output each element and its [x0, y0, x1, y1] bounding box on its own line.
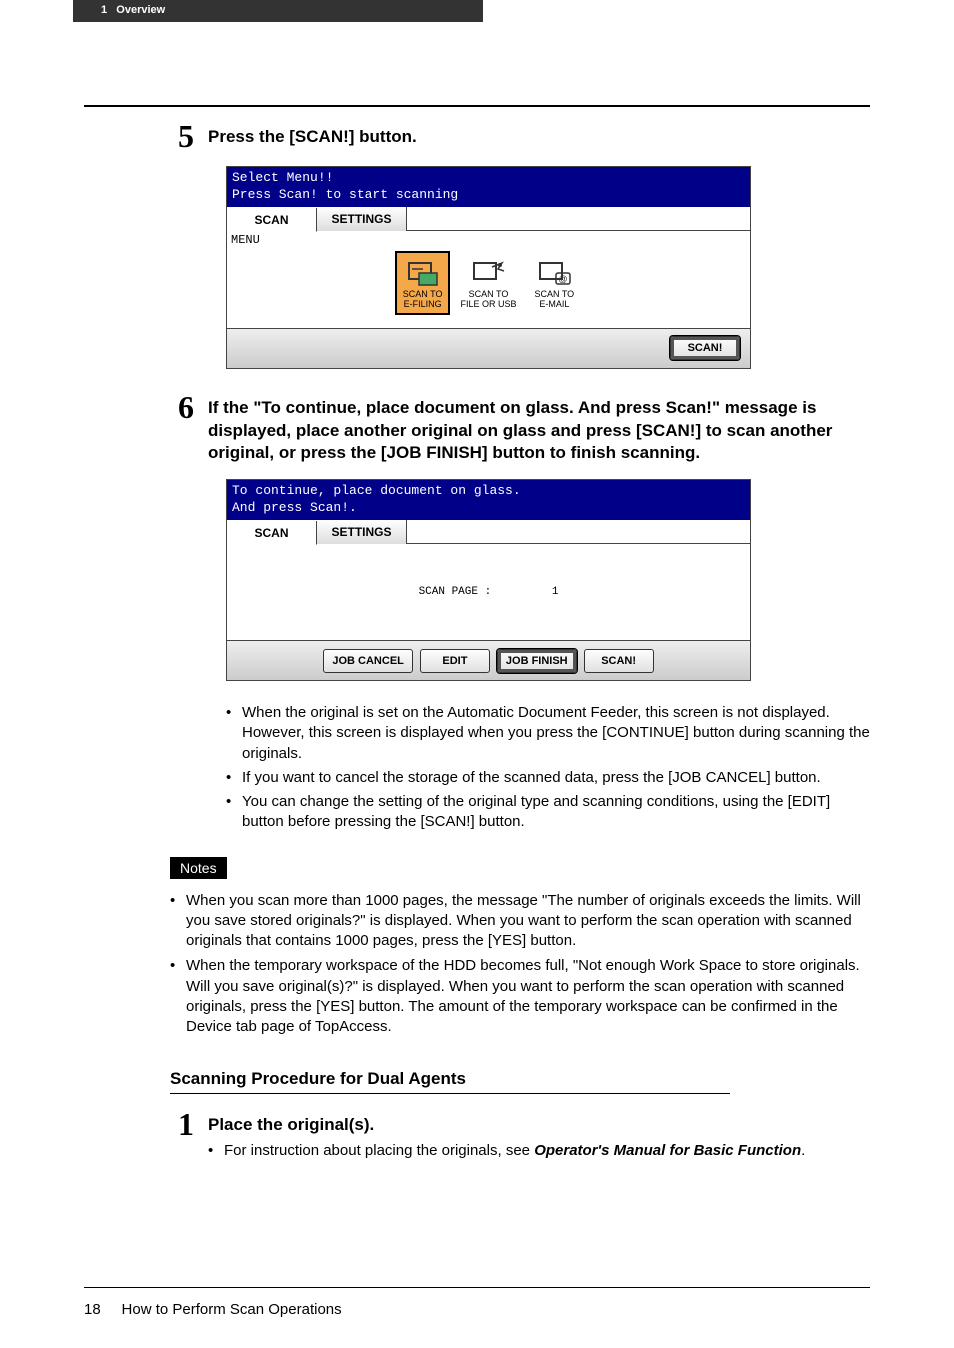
sub-suffix: .	[801, 1142, 805, 1159]
bullet-item: You can change the setting of the origin…	[226, 792, 870, 833]
menu-label: MENU	[231, 233, 260, 247]
file-usb-icon	[470, 259, 506, 287]
bullet-item: If you want to cancel the storage of the…	[226, 768, 870, 788]
tab-settings[interactable]: SETTINGS	[317, 520, 407, 544]
sc-header: Select Menu!! Press Scan! to start scann…	[227, 167, 750, 207]
scanpage-label: SCAN PAGE :	[419, 586, 492, 598]
svg-text:@: @	[559, 274, 568, 284]
screenshot-step5: Select Menu!! Press Scan! to start scann…	[226, 166, 751, 369]
tab-scan[interactable]: SCAN	[227, 208, 317, 232]
sc-footer: JOB CANCEL EDIT JOB FINISH SCAN!	[227, 640, 750, 680]
subheading: Scanning Procedure for Dual Agents	[170, 1069, 730, 1094]
job-finish-button[interactable]: JOB FINISH	[497, 649, 577, 673]
notes-bullets: When you scan more than 1000 pages, the …	[170, 891, 870, 1038]
icon-label: SCAN TO E-FILING	[403, 290, 443, 310]
scan-to-efiling-button[interactable]: SCAN TO E-FILING	[395, 251, 451, 315]
efiling-icon	[405, 259, 441, 287]
scan-button[interactable]: SCAN!	[670, 336, 740, 360]
step6-bullets: When the original is set on the Automati…	[226, 703, 870, 833]
note-item: When the temporary workspace of the HDD …	[170, 956, 870, 1037]
job-cancel-button[interactable]: JOB CANCEL	[323, 649, 413, 673]
icon-label: SCAN TO FILE OR USB	[460, 290, 516, 310]
step-title: If the "To continue, place document on g…	[208, 391, 870, 466]
step-6: 6 If the "To continue, place document on…	[170, 391, 870, 466]
tab-scan[interactable]: SCAN	[227, 521, 317, 545]
email-icon: @	[536, 259, 572, 287]
sc-footer: SCAN!	[227, 328, 750, 368]
sc-tabs: SCAN SETTINGS	[227, 207, 750, 231]
step-title: Place the original(s).	[208, 1108, 805, 1137]
tab-settings[interactable]: SETTINGS	[317, 207, 407, 231]
step-title: Press the [SCAN!] button.	[208, 120, 417, 152]
step1-sub: For instruction about placing the origin…	[208, 1141, 805, 1161]
page-footer: 18 How to Perform Scan Operations	[84, 1301, 342, 1318]
notes-label: Notes	[170, 857, 227, 879]
header-tab: 1 Overview	[73, 0, 483, 22]
sc-msg-line1: To continue, place document on glass.	[232, 483, 745, 500]
sc-msg-line1: Select Menu!!	[232, 170, 745, 187]
edit-button[interactable]: EDIT	[420, 649, 490, 673]
scan-to-email-button[interactable]: @ SCAN TO E-MAIL	[535, 259, 575, 310]
section-title: Overview	[116, 4, 165, 16]
page-number: 18	[84, 1301, 101, 1318]
sc-msg-line2: And press Scan!.	[232, 500, 745, 517]
step-1: 1 Place the original(s). For instruction…	[170, 1108, 870, 1161]
screenshot-step6: To continue, place document on glass. An…	[226, 479, 751, 681]
scanpage-value: 1	[552, 586, 559, 598]
step-number: 5	[178, 120, 208, 152]
sub-em: Operator's Manual for Basic Function	[534, 1142, 801, 1159]
sub-text: For instruction about placing the origin…	[224, 1142, 534, 1159]
scan-button[interactable]: SCAN!	[584, 649, 654, 673]
sc-tabs: SCAN SETTINGS	[227, 520, 750, 544]
sc-msg-line2: Press Scan! to start scanning	[232, 187, 745, 204]
sc-body: MENU SCAN TO E-FILING SCAN TO FILE OR US…	[227, 231, 750, 328]
sc-header: To continue, place document on glass. An…	[227, 480, 750, 520]
bullet-item: When the original is set on the Automati…	[226, 703, 870, 764]
scan-to-file-button[interactable]: SCAN TO FILE OR USB	[460, 259, 516, 310]
sub-item: For instruction about placing the origin…	[208, 1141, 805, 1161]
footer-title: How to Perform Scan Operations	[122, 1301, 342, 1318]
notes-block: Notes When you scan more than 1000 pages…	[170, 857, 870, 1038]
bottom-rule	[84, 1287, 870, 1288]
step-number: 1	[178, 1108, 208, 1161]
step-5: 5 Press the [SCAN!] button.	[170, 120, 870, 152]
sc-body: SCAN PAGE : 1	[227, 544, 750, 640]
note-item: When you scan more than 1000 pages, the …	[170, 891, 870, 952]
top-rule	[84, 105, 870, 107]
section-number: 1	[101, 4, 107, 16]
icon-label: SCAN TO E-MAIL	[535, 290, 575, 310]
step-number: 6	[178, 391, 208, 466]
